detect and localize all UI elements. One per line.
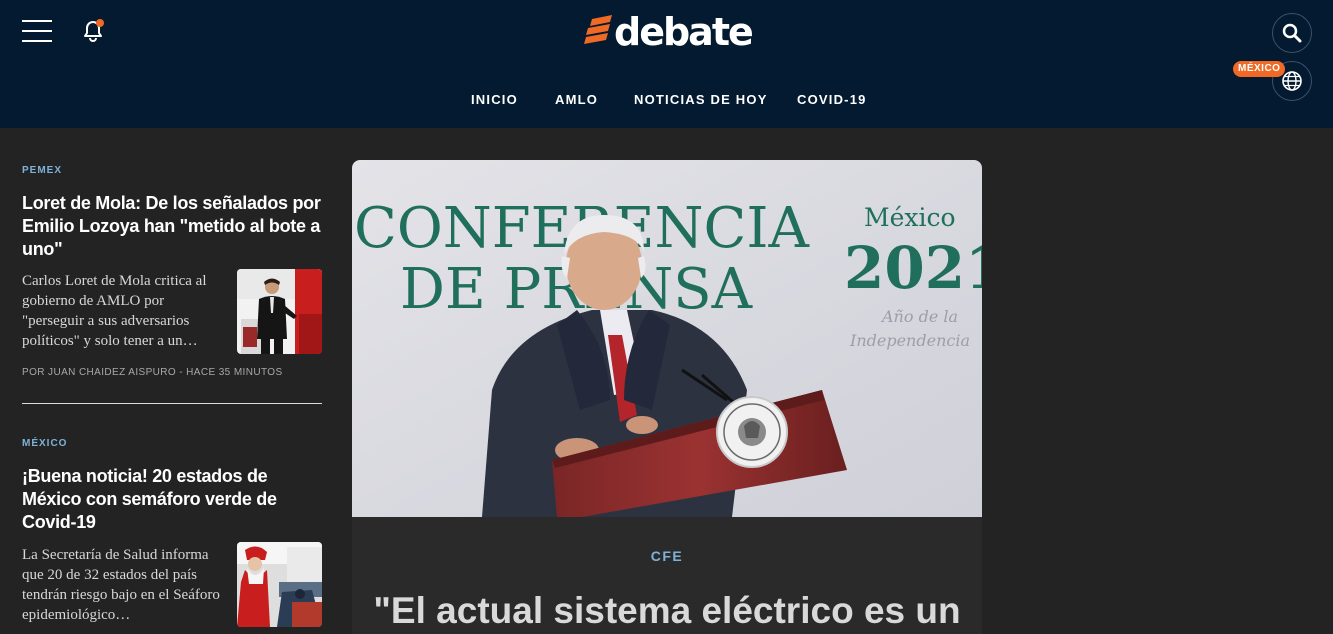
- nav-item-amlo[interactable]: AMLO: [555, 92, 598, 107]
- article-section[interactable]: PEMEX: [22, 165, 322, 176]
- article-byline: POR JUAN CHAIDEZ AISPURO - HACE 35 MINUT…: [22, 367, 283, 378]
- logo-text: debate: [614, 10, 754, 54]
- sidebar-divider: [22, 403, 322, 404]
- search-button[interactable]: [1272, 13, 1312, 53]
- bell-icon[interactable]: [80, 18, 106, 44]
- hero-backdrop-country: México: [864, 203, 956, 232]
- site-header: debate MÉXICO INICIO AMLO NOTICIAS DE HO…: [0, 0, 1333, 128]
- featured-article: CONFERENCIA DE PRENSA México 2021 Año de…: [352, 160, 982, 634]
- hamburger-menu-icon[interactable]: [22, 20, 52, 42]
- hero-backdrop-motto-2: Independencia: [849, 331, 970, 350]
- article-headline[interactable]: Loret de Mola: De los señalados por Emil…: [22, 192, 322, 261]
- sidebar-article: PEMEX Loret de Mola: De los señalados po…: [22, 165, 322, 385]
- article-section[interactable]: MÉXICO: [22, 438, 322, 449]
- article-summary: Carlos Loret de Mola critica al gobierno…: [22, 273, 207, 349]
- nav-item-covid-19[interactable]: COVID-19: [797, 92, 867, 107]
- logo-mark-icon: [584, 15, 612, 44]
- site-logo[interactable]: debate: [584, 10, 754, 54]
- nav-item-noticias-de-hoy[interactable]: NOTICIAS DE HOY: [634, 92, 768, 107]
- article-summary: La Secretaría de Salud informa que 20 de…: [22, 547, 220, 623]
- article-headline[interactable]: ¡Buena noticia! 20 estados de México con…: [22, 465, 322, 534]
- edition-badge[interactable]: MÉXICO: [1233, 61, 1286, 77]
- nav-item-inicio[interactable]: INICIO: [471, 92, 518, 107]
- hero-backdrop-year: 2021: [844, 234, 982, 302]
- featured-image[interactable]: CONFERENCIA DE PRENSA México 2021 Año de…: [352, 160, 982, 517]
- main-nav: INICIO AMLO NOTICIAS DE HOY COVID-19: [0, 92, 1333, 110]
- featured-headline[interactable]: "El actual sistema eléctrico es un: [352, 588, 982, 634]
- featured-section[interactable]: CFE: [352, 548, 982, 564]
- globe-icon: [1282, 71, 1302, 91]
- article-thumbnail[interactable]: [237, 542, 322, 627]
- search-icon: [1282, 23, 1302, 43]
- hero-backdrop-motto-1: Año de la: [880, 307, 958, 326]
- article-thumbnail[interactable]: [237, 269, 322, 354]
- sidebar-article: MÉXICO ¡Buena noticia! 20 estados de Méx…: [22, 438, 322, 634]
